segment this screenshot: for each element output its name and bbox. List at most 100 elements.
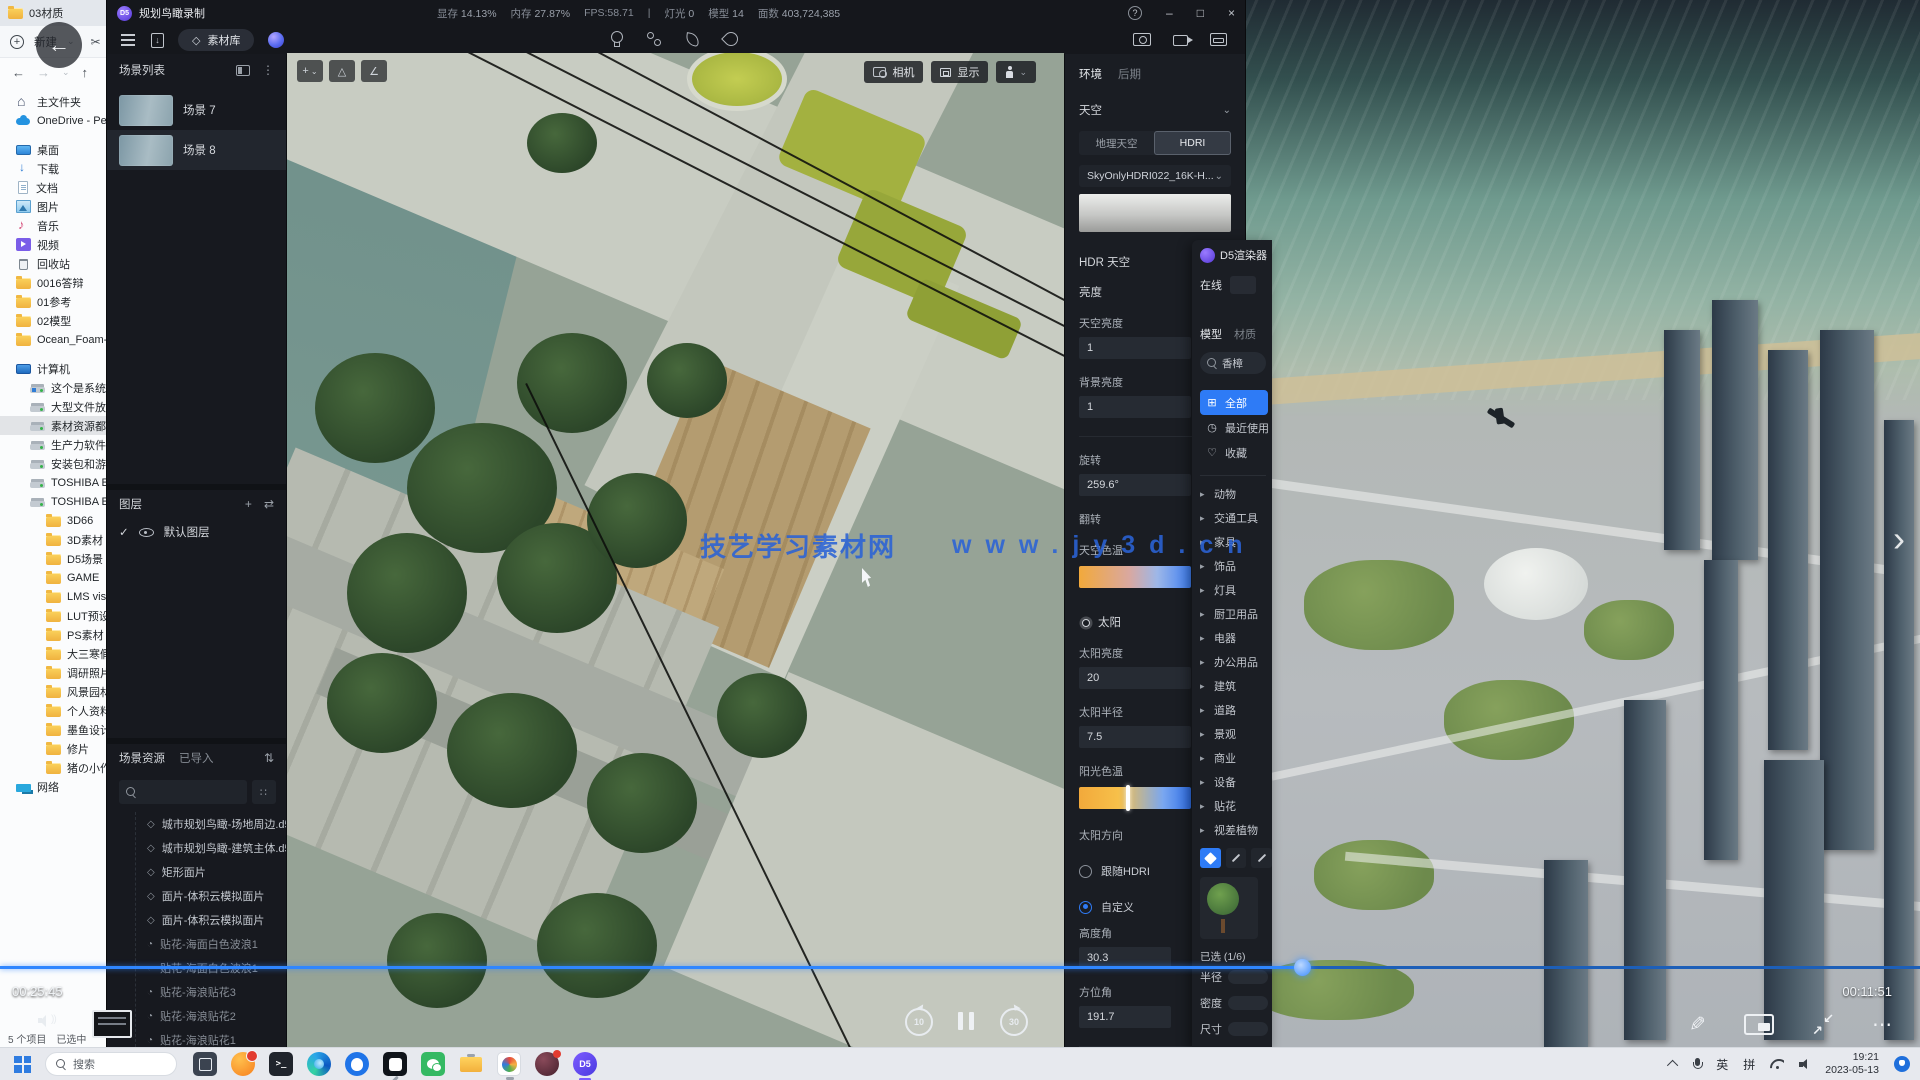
material-tool-icon[interactable] — [645, 30, 663, 48]
scene-list-item[interactable]: 场景 8 — [107, 130, 286, 170]
photos-icon[interactable] — [497, 1052, 521, 1076]
layer-transfer-icon[interactable]: ⇄ — [264, 497, 274, 511]
statue-view-button[interactable]: ⌄ — [996, 61, 1036, 83]
d5-icon[interactable] — [573, 1052, 597, 1076]
path-brush-icon[interactable] — [1226, 848, 1247, 868]
library-panel-header[interactable]: D5渲染器 — [1200, 247, 1272, 263]
library-category-item[interactable]: ▸ 商业 — [1200, 746, 1272, 770]
taskview-icon[interactable] — [193, 1052, 217, 1076]
sky-section-header[interactable]: 天空 ⌄ — [1079, 102, 1231, 118]
pause-button[interactable] — [958, 1012, 974, 1030]
edge-icon[interactable] — [307, 1052, 331, 1076]
sidebar-item[interactable]: 文档 — [0, 178, 106, 197]
assistant-sphere-icon[interactable] — [268, 32, 284, 48]
speaker-icon[interactable] — [1799, 1059, 1810, 1070]
default-layer-row[interactable]: ✓ 默认图层 — [107, 524, 286, 540]
resource-list-item[interactable]: ◔ 贴花-海浪贴花3 — [107, 980, 286, 1004]
sidebar-item-folder[interactable]: D5场景 — [0, 549, 106, 568]
skip-back-button[interactable]: 10 — [905, 1008, 933, 1036]
sidebar-item-folder[interactable]: PS素材 — [0, 625, 106, 644]
geo-sky-tab[interactable]: 地理天空 — [1079, 131, 1154, 155]
asset-thumbnail-tree[interactable] — [1200, 877, 1258, 939]
sort-icon[interactable]: ⇅ — [264, 751, 274, 765]
sidebar-item-folder[interactable]: GAME — [0, 568, 106, 587]
sidebar-item-drive[interactable]: TOSHIBA EXT (H — [0, 492, 106, 511]
viewport-3d-scene[interactable]: +⌄ △ ∠ 相机 显示 ⌄ — [287, 53, 1064, 1047]
hdri-preview-image[interactable] — [1079, 194, 1231, 232]
sidebar-item-folder[interactable]: LMS visual — [0, 587, 106, 606]
wifi-icon[interactable] — [1770, 1059, 1784, 1070]
grid-view-icon[interactable]: ∷ — [252, 780, 276, 804]
library-category-item[interactable]: ▸ 动物 — [1200, 482, 1272, 506]
sidebar-item-folder[interactable]: 大三寒假 — [0, 644, 106, 663]
tab-imported[interactable]: 已导入 — [179, 750, 214, 766]
resource-list-item[interactable]: ◇ 城市规划鸟瞰-场地周边.d5a — [107, 812, 286, 836]
library-category-item[interactable]: ▸ 家具 — [1200, 530, 1272, 554]
history-chevron-icon[interactable]: ⌄ — [62, 67, 70, 78]
resource-list-item[interactable]: ◔ 贴花-海浪贴花2 — [107, 1004, 286, 1028]
sidebar-item-folder[interactable]: 猪の小作业 — [0, 758, 106, 777]
tab-post[interactable]: 后期 — [1118, 66, 1141, 82]
close-button[interactable]: × — [1228, 6, 1235, 20]
tab-environment[interactable]: 环境 — [1079, 66, 1102, 82]
progress-handle[interactable] — [1294, 959, 1311, 976]
microphone-icon[interactable] — [1693, 1058, 1701, 1071]
sidebar-item-drive[interactable]: TOSHIBA EXT ( — [0, 473, 106, 492]
sky-brightness-input[interactable]: 1 — [1079, 337, 1191, 359]
sidebar-item-drive[interactable]: 这个是系统盘 (C — [0, 378, 106, 397]
sidebar-item[interactable]: 回收站 — [0, 254, 106, 273]
sidebar-item-computer[interactable]: 计算机 — [0, 359, 106, 378]
bg-brightness-input[interactable]: 1 — [1079, 396, 1191, 418]
tab-material[interactable]: 材质 — [1234, 326, 1256, 342]
library-category-item[interactable]: ▸ 交通工具 — [1200, 506, 1272, 530]
sidebar-item-folder[interactable]: 3D66 — [0, 511, 106, 530]
sidebar-item-folder[interactable]: LUT预设滤镜 — [0, 606, 106, 625]
skip-forward-button[interactable]: 30 — [1000, 1008, 1028, 1036]
explorer-icon[interactable] — [459, 1052, 483, 1076]
volume-button[interactable]: )) — [38, 1014, 56, 1025]
library-online-tab[interactable]: 在线 — [1200, 276, 1272, 294]
hidden-icons-chevron[interactable] — [1667, 1060, 1678, 1071]
slider-handle[interactable] — [1126, 785, 1130, 811]
library-nav-all[interactable]: ⊞ 全部 — [1200, 390, 1268, 415]
sidebar-item[interactable]: 下载 — [0, 159, 106, 178]
more-options-icon[interactable]: ⋯ — [1872, 1012, 1894, 1037]
360-icon[interactable] — [231, 1052, 255, 1076]
library-category-item[interactable]: ▸ 灯具 — [1200, 578, 1272, 602]
player-back-button[interactable]: ← — [36, 22, 82, 68]
compass-tool-icon[interactable]: △ — [329, 60, 355, 82]
library-search-input[interactable]: 香樟 — [1200, 352, 1266, 374]
visibility-eye-icon[interactable] — [139, 528, 154, 537]
next-chevron-icon[interactable]: › — [1893, 518, 1905, 560]
property-slider[interactable] — [1228, 996, 1268, 1010]
resource-list-item[interactable]: ◇ 面片-体积云模拟面片 — [107, 884, 286, 908]
library-category-item[interactable]: ▸ 视差植物 — [1200, 818, 1272, 842]
library-nav-favorites[interactable]: ♡ 收藏 — [1200, 440, 1268, 465]
terminal-icon[interactable] — [269, 1052, 293, 1076]
tab-model[interactable]: 模型 — [1200, 326, 1222, 342]
sidebar-item-drive[interactable]: 安装包和游戏放 — [0, 454, 106, 473]
resource-list-item[interactable]: ◔ 贴花-海浪贴花1 — [107, 1028, 286, 1047]
sidebar-item-folder[interactable]: 墨鱼设计 — [0, 720, 106, 739]
help-icon[interactable]: ? — [1128, 6, 1142, 20]
progress-bar-remaining[interactable] — [1302, 966, 1920, 969]
sidebar-item-folder[interactable]: 个人资料 — [0, 701, 106, 720]
cut-icon[interactable]: ✂ — [91, 35, 101, 49]
notification-badge[interactable] — [1894, 1056, 1910, 1072]
ime-pinyin-indicator[interactable]: 拼 — [1743, 1056, 1755, 1073]
hdri-file-dropdown[interactable]: SkyOnlyHDRI022_16K-H... ⌄ — [1079, 165, 1231, 187]
resource-list-item[interactable]: ◇ 矩形面片 — [107, 860, 286, 884]
taskbar-search[interactable]: 搜索 — [45, 1052, 177, 1076]
sidebar-item[interactable]: 图片 — [0, 197, 106, 216]
property-slider[interactable] — [1228, 1022, 1268, 1036]
add-layer-icon[interactable]: + — [245, 497, 252, 511]
library-nav-recent[interactable]: ◷ 最近使用 — [1200, 415, 1268, 440]
sky-temp-gradient-slider[interactable] — [1079, 566, 1191, 588]
rotation-input[interactable]: 259.6° — [1079, 474, 1191, 496]
sidebar-item-drive[interactable]: 素材资源都在这 — [0, 416, 106, 435]
render-queue-icon[interactable] — [1210, 33, 1227, 46]
library-category-item[interactable]: ▸ 建筑 — [1200, 674, 1272, 698]
library-category-item[interactable]: ▸ 办公用品 — [1200, 650, 1272, 674]
menu-icon[interactable] — [121, 39, 135, 41]
scene-list-item[interactable]: 场景 7 — [107, 90, 286, 130]
